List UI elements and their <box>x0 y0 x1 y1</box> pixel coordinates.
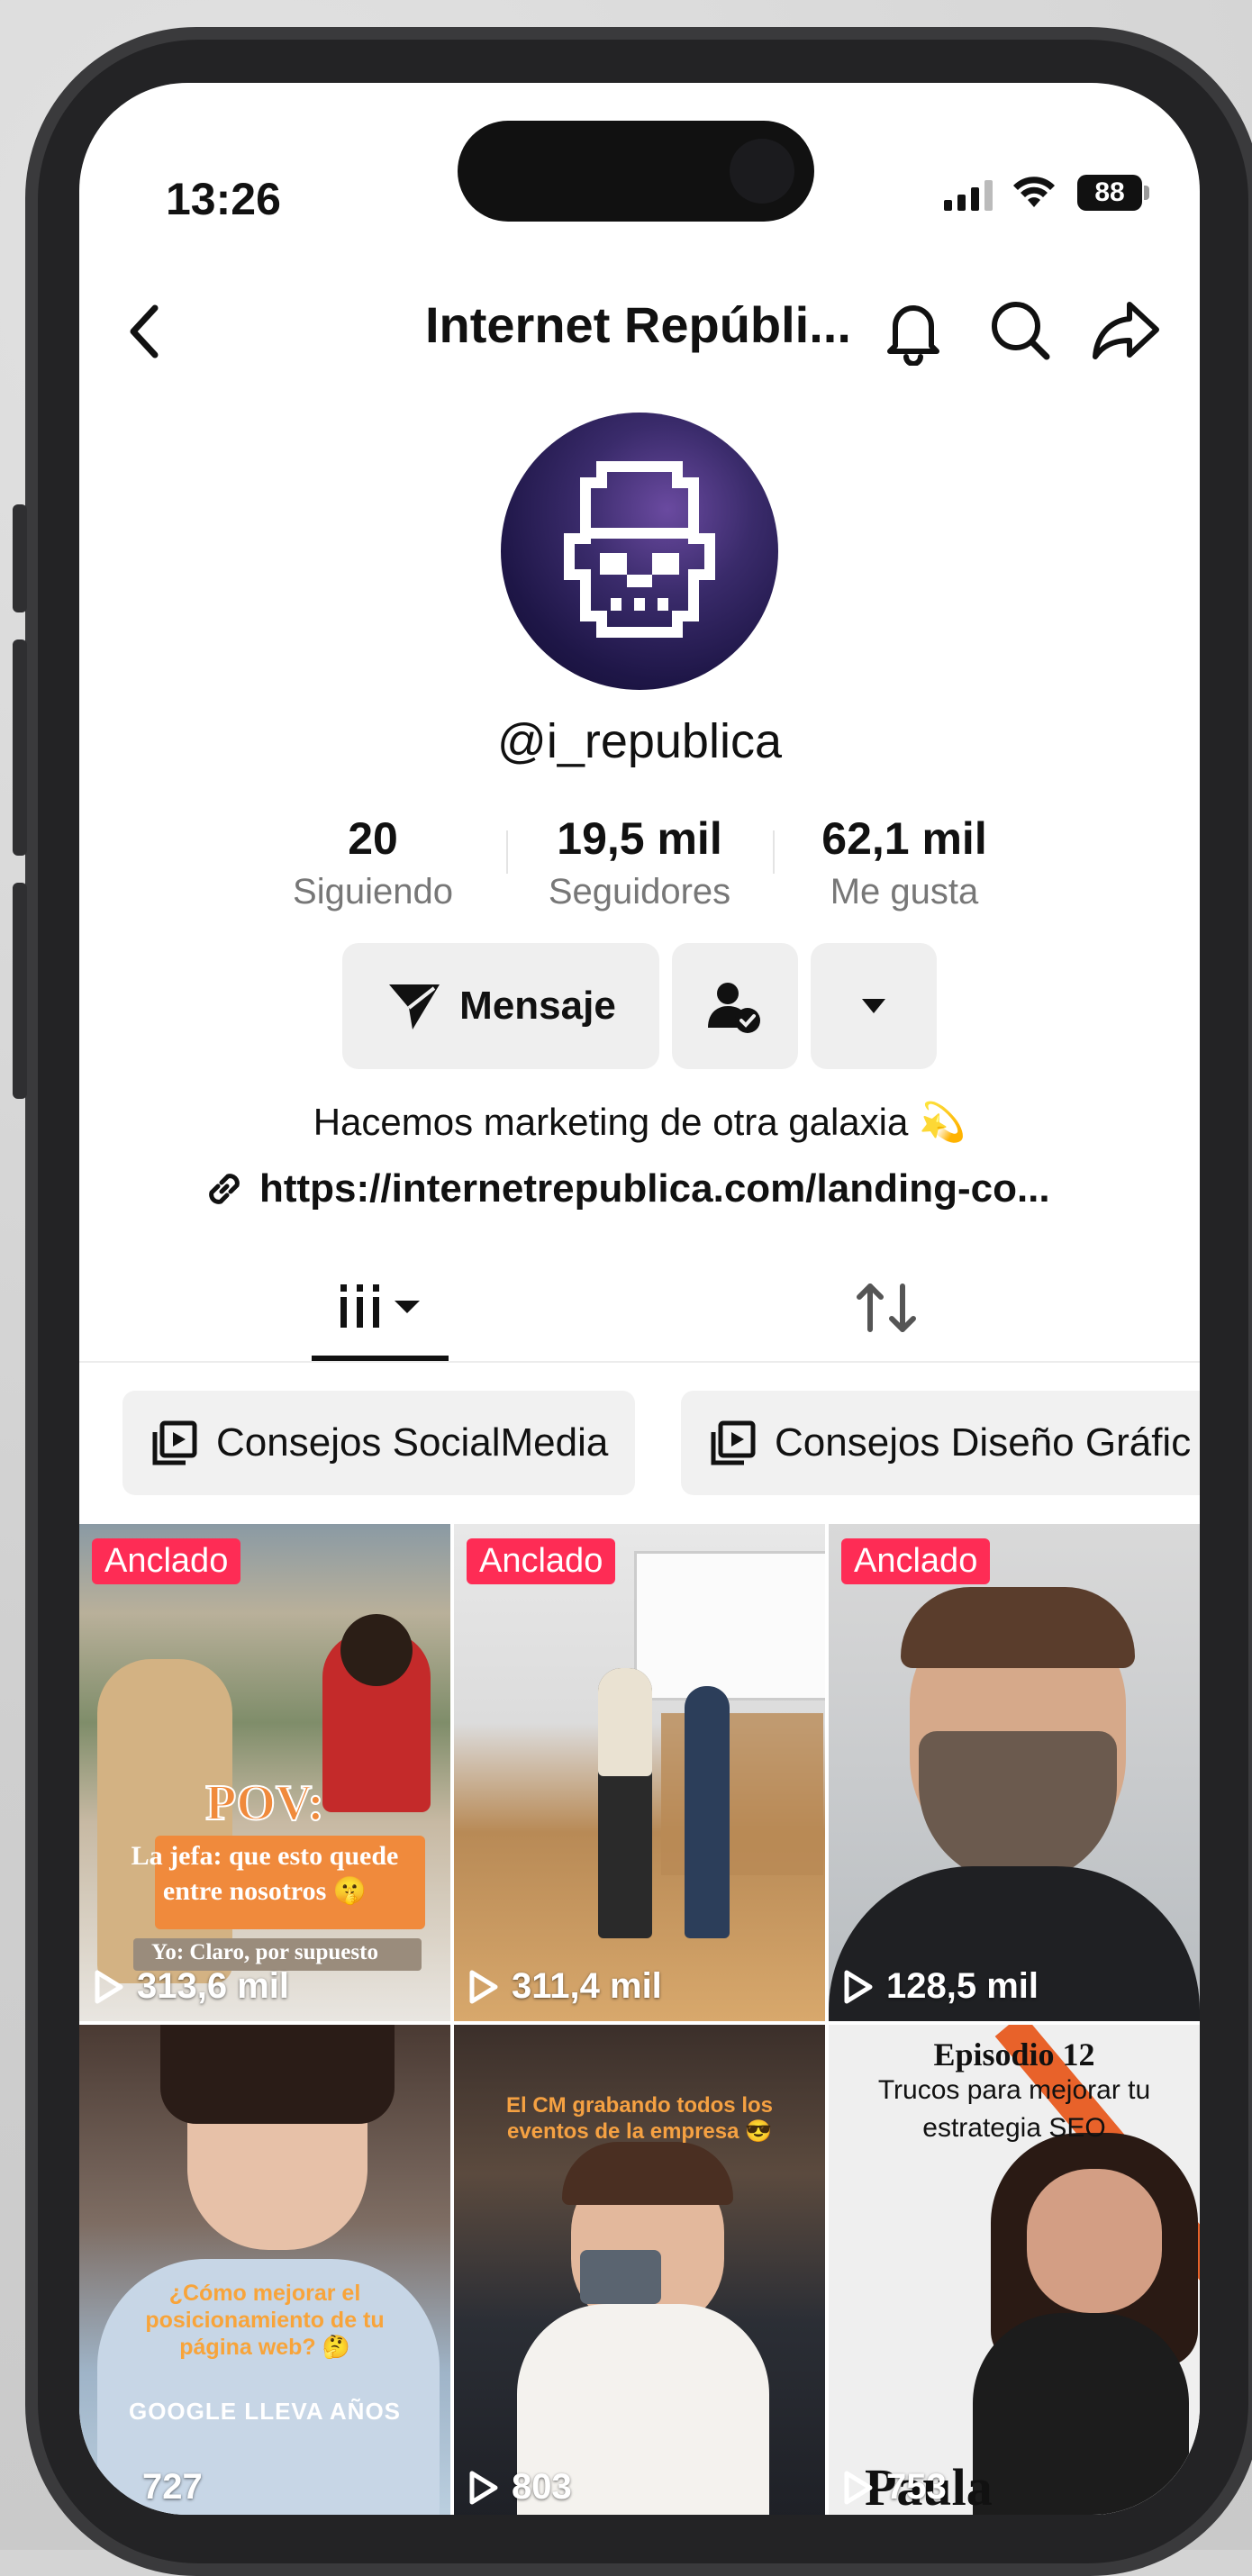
stat-value: 20 <box>348 813 398 864</box>
video-caption: La jefa: que esto quede <box>131 1841 399 1871</box>
view-count-text: 313,6 mil <box>137 1966 290 2006</box>
play-icon <box>469 2471 498 2504</box>
tab-divider <box>79 1361 1200 1363</box>
play-icon <box>95 1970 123 2003</box>
message-button[interactable]: Mensaje <box>342 943 659 1069</box>
video-caption: GOOGLE LLEVA AÑOS <box>128 2398 402 2425</box>
video-thumbnail[interactable]: POV: La jefa: que esto quede entre nosot… <box>79 1524 450 2021</box>
screen: 13:26 88 Internet Repúbli... @i_republic… <box>79 83 1200 2515</box>
playlist-chip-label: Consejos Diseño Gráfic <box>775 1420 1192 1465</box>
video-caption: El CM grabando todos los <box>505 2093 773 2118</box>
divider <box>506 830 508 874</box>
wifi-icon <box>1013 177 1055 207</box>
view-count-text: 128,5 mil <box>886 1966 1039 2006</box>
side-button-volume-down <box>13 883 27 1099</box>
profile-link-text: https://internetrepublica.com/landing-co… <box>259 1166 1050 1211</box>
pinned-badge: Anclado <box>467 1538 616 1584</box>
share-icon[interactable] <box>1088 294 1164 366</box>
search-icon[interactable] <box>984 294 1056 366</box>
status-time: 13:26 <box>166 174 281 224</box>
stormtrooper-logo-icon <box>564 461 715 638</box>
playlist-chip[interactable]: Consejos Diseño Gráfic <box>681 1391 1200 1495</box>
stat-label: Seguidores <box>548 872 731 912</box>
video-caption: posicionamiento de tu <box>145 2308 385 2333</box>
view-count: 128,5 mil <box>841 1966 1039 2007</box>
video-caption: eventos de la empresa 😎 <box>506 2119 772 2144</box>
view-count: 803 <box>467 2467 572 2508</box>
stat-likes[interactable]: 62,1 mil Me gusta <box>796 812 1012 912</box>
send-icon <box>389 984 440 1029</box>
video-caption: Episodio 12 <box>933 2036 1095 2073</box>
following-status-button[interactable] <box>672 943 798 1069</box>
view-count-text: 753 <box>886 2467 947 2507</box>
view-count: 727 <box>142 2467 203 2508</box>
page-title: Internet Repúbli... <box>425 296 851 353</box>
video-caption: estrategia SEO <box>922 2113 1106 2143</box>
caret-down-icon <box>862 999 885 1013</box>
side-button-volume-up <box>13 639 27 856</box>
playlist-icon <box>152 1420 197 1465</box>
play-icon <box>469 1970 498 2003</box>
stat-label: Me gusta <box>830 872 979 912</box>
view-count: 313,6 mil <box>92 1966 289 2007</box>
user-check-icon <box>708 983 760 1033</box>
playlist-chip[interactable]: Consejos SocialMedia <box>122 1391 636 1495</box>
more-options-button[interactable] <box>811 943 937 1069</box>
view-count: 753 <box>841 2467 947 2508</box>
tab-reposts-icon[interactable] <box>850 1277 922 1338</box>
stat-value: 19,5 mil <box>557 813 722 864</box>
video-thumbnail[interactable]: Anclado 128,5 mil <box>829 1524 1200 2021</box>
dynamic-island <box>458 121 814 222</box>
video-caption: ¿Cómo mejorar el <box>168 2281 361 2306</box>
video-caption: POV: <box>204 1774 325 1832</box>
view-count-text: 727 <box>142 2467 203 2507</box>
tab-active-indicator <box>312 1356 449 1361</box>
video-caption: Trucos para mejorar tu <box>877 2075 1151 2105</box>
video-caption: página web? 🤔 <box>179 2335 350 2360</box>
tab-videos-grid-icon[interactable] <box>337 1281 427 1335</box>
video-thumbnail[interactable]: Anclado 311,4 mil <box>454 1524 825 2021</box>
signal-icon <box>944 178 993 211</box>
back-arrow-icon[interactable] <box>119 295 173 367</box>
profile-handle: @i_republica <box>497 714 782 768</box>
video-caption: Yo: Claro, por supuesto <box>151 1940 378 1964</box>
stat-label: Siguiendo <box>293 872 453 912</box>
pinned-badge: Anclado <box>92 1538 241 1584</box>
side-button-action <box>13 504 27 612</box>
battery-icon: 88 <box>1077 175 1142 211</box>
profile-bio: Hacemos marketing de otra galaxia 💫 <box>313 1101 966 1143</box>
video-thumbnail[interactable]: El CM grabando todos los eventos de la e… <box>454 2025 825 2515</box>
playlist-chip-label: Consejos SocialMedia <box>216 1420 609 1465</box>
play-icon <box>844 1970 873 2003</box>
view-count-text: 311,4 mil <box>512 1966 662 2006</box>
link-icon <box>209 1174 240 1204</box>
play-icon <box>844 2471 873 2504</box>
video-thumbnail[interactable]: Episodio 12 Trucos para mejorar tu estra… <box>829 2025 1200 2515</box>
view-count-text: 803 <box>512 2467 572 2507</box>
stat-following[interactable]: 20 Siguiendo <box>265 812 481 912</box>
message-button-label: Mensaje <box>459 984 616 1028</box>
video-thumbnail[interactable]: ¿Cómo mejorar el posicionamiento de tu p… <box>79 2025 450 2515</box>
video-caption: entre nosotros 🤫 <box>162 1876 367 1906</box>
pinned-badge: Anclado <box>841 1538 991 1584</box>
profile-link[interactable]: https://internetrepublica.com/landing-co… <box>202 1166 1050 1211</box>
stat-value: 62,1 mil <box>821 813 987 864</box>
playlist-icon <box>711 1420 756 1465</box>
view-count: 311,4 mil <box>467 1966 662 2007</box>
stat-followers[interactable]: 19,5 mil Seguidores <box>531 812 748 912</box>
avatar[interactable] <box>501 413 778 690</box>
divider <box>773 830 775 874</box>
bell-icon[interactable] <box>877 294 949 366</box>
